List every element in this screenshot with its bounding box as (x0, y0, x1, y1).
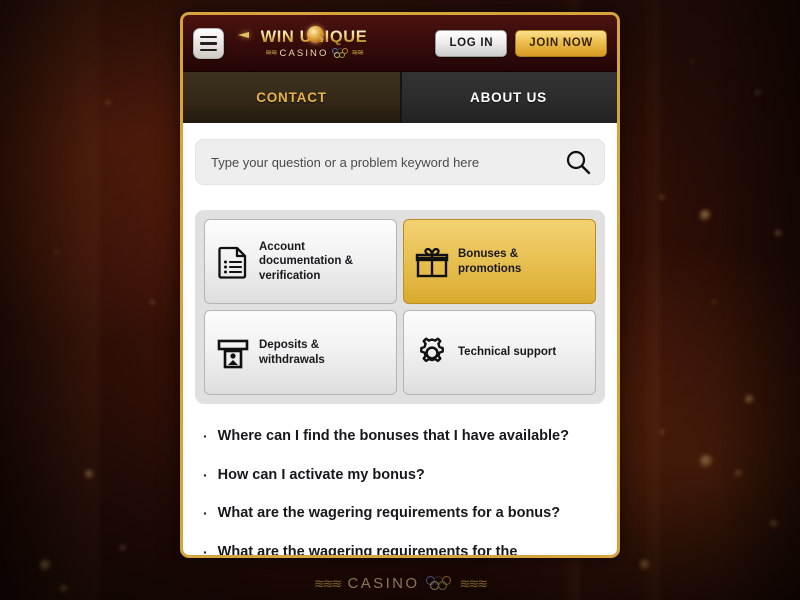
category-card-label: Account documentation & verification (259, 241, 353, 282)
category-card-label: Deposits & withdrawals (259, 339, 325, 366)
category-card-bonuses-promotions[interactable]: Bonuses & promotions (403, 219, 596, 304)
category-card-label: Technical support (458, 346, 557, 359)
page-content: Account documentation & verification Bon… (183, 123, 617, 555)
category-card-account-documentation[interactable]: Account documentation & verification (204, 219, 397, 304)
hamburger-bar (200, 35, 217, 39)
site-logo[interactable]: WIN UNIQUE ≋≋ CASINO ≋≋ (238, 22, 384, 66)
tab-about-us[interactable]: ABOUT US (400, 72, 617, 123)
faq-bullet-icon: · (203, 466, 208, 483)
logo-orb-icon (307, 25, 324, 43)
hamburger-bar (200, 42, 217, 45)
category-cards-panel: Account documentation & verification Bon… (195, 210, 605, 404)
faq-list: · Where can I find the bonuses that I ha… (183, 404, 617, 555)
logo-wreath-right-icon: ≋≋ (351, 48, 364, 58)
faq-bullet-icon: · (203, 543, 208, 556)
faq-item[interactable]: · What are the wagering requirements for… (203, 505, 605, 523)
gift-box-icon (415, 247, 449, 277)
ring (339, 51, 346, 58)
search-icon[interactable] (565, 149, 591, 175)
hamburger-menu-icon[interactable] (193, 28, 224, 59)
search-input[interactable] (211, 154, 557, 170)
document-list-icon (218, 246, 247, 279)
login-button[interactable]: LOG IN (435, 29, 508, 58)
faq-item-label: What are the wagering requirements for a… (217, 505, 561, 521)
logo-secondary-row: ≋≋ CASINO ≋≋ (265, 47, 364, 59)
faq-bullet-icon: · (203, 505, 208, 521)
hamburger-bar (200, 48, 217, 52)
category-card-deposits-withdrawals[interactable]: Deposits & withdrawals (204, 310, 397, 395)
category-card-technical-support[interactable]: Technical support (403, 310, 596, 395)
search-section (183, 123, 617, 185)
faq-item[interactable]: · What are the wagering requirements for… (203, 544, 605, 556)
faq-bullet-icon: · (203, 428, 208, 444)
tab-bar: CONTACT ABOUT US (183, 72, 617, 123)
casino-rings-icon (331, 48, 349, 58)
logo-secondary-text: CASINO (279, 47, 329, 59)
tab-contact[interactable]: CONTACT (183, 72, 400, 123)
faq-item-label: What are the wagering requirements for t… (217, 543, 518, 556)
gear-icon (420, 337, 444, 362)
faq-item[interactable]: · How can I activate my bonus? (203, 467, 605, 485)
site-header: WIN UNIQUE ≋≋ CASINO ≋≋ LOG IN JOIN NOW (183, 15, 617, 72)
faq-item-label: How can I activate my bonus? (217, 466, 425, 483)
logo-wreath-left-icon: ≋≋ (265, 48, 277, 58)
faq-item-label: Where can I find the bonuses that I have… (217, 428, 569, 444)
logo-star-icon (238, 31, 249, 38)
atm-machine-icon (217, 339, 249, 368)
faq-item[interactable]: · Where can I find the bonuses that I ha… (203, 428, 605, 446)
mobile-device-frame: WIN UNIQUE ≋≋ CASINO ≋≋ LOG IN JOIN NOW (180, 12, 620, 558)
join-now-button[interactable]: JOIN NOW (515, 29, 607, 58)
category-card-label: Bonuses & promotions (458, 248, 522, 275)
search-box[interactable] (195, 139, 605, 185)
header-actions: LOG IN JOIN NOW (435, 29, 607, 58)
